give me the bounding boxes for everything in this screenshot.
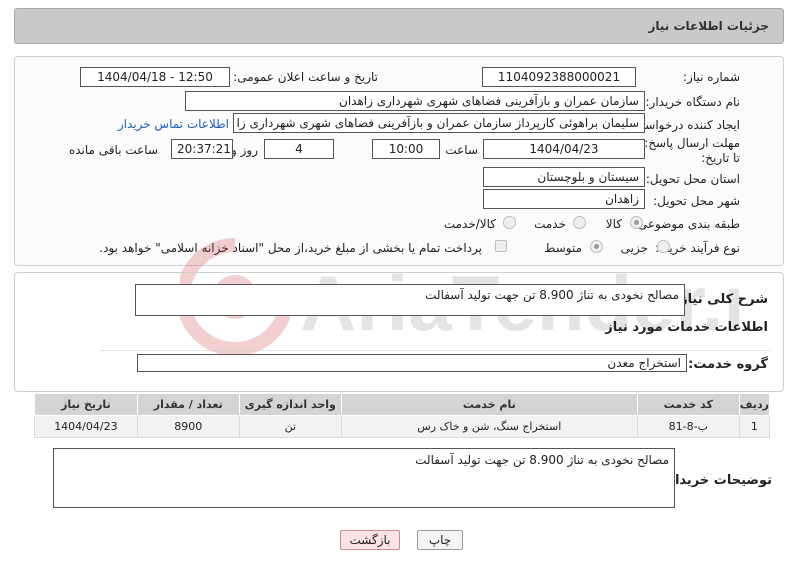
creator-field: سلیمان براهوئی کارپرداز سازمان عمران و ب… [233, 113, 645, 133]
services-section-title: اطلاعات خدمات مورد نیاز [605, 320, 768, 335]
col-unit: واحد اندازه گیری [238, 393, 342, 416]
category-service-radio[interactable] [573, 216, 586, 229]
print-button[interactable]: چاپ [417, 530, 463, 550]
category-service-label: خدمت [534, 217, 566, 231]
announce-datetime-field: 1404/04/18 - 12:50 [80, 67, 230, 87]
page-title: جزئیات اطلاعات نیاز [648, 19, 769, 33]
cell-service-code: ب-8-81 [636, 415, 740, 438]
deadline-time-field: 10:00 [372, 139, 440, 159]
services-divider [100, 350, 770, 351]
announce-datetime-label: تاریخ و ساعت اعلان عمومی: [233, 70, 378, 84]
province-field: سیستان و بلوچستان [483, 167, 645, 187]
category-goods-service-radio[interactable] [503, 216, 516, 229]
services-table: ردیف کد خدمت نام خدمت واحد اندازه گیری ت… [34, 393, 771, 438]
cell-service-name: استخراج سنگ، شن و خاک رس [340, 415, 638, 438]
cell-unit: تن [238, 415, 342, 438]
need-number-label: شماره نیاز: [683, 70, 740, 84]
buyer-org-field: سازمان عمران و بازآفرینی فضاهای شهری شهر… [185, 91, 645, 111]
deadline-label: مهلت ارسال پاسخ: تا تاریخ: [644, 136, 740, 165]
category-label: طبقه بندی موضوعی: [633, 217, 740, 231]
col-quantity: تعداد / مقدار [136, 393, 240, 416]
table-header-row: ردیف کد خدمت نام خدمت واحد اندازه گیری ت… [34, 393, 771, 416]
city-label: شهر محل تحویل: [653, 194, 740, 208]
cell-need-date: 1404/04/23 [34, 415, 138, 438]
cell-quantity: 8900 [136, 415, 240, 438]
col-service-code: کد خدمت [636, 393, 740, 416]
cell-row-number: 1 [738, 415, 771, 438]
days-label: روز و [231, 143, 258, 157]
back-button[interactable]: بازگشت [340, 530, 400, 550]
summary-field: مصالح نخودی به تناژ 8.900 تن جهت تولید آ… [135, 284, 685, 316]
buyer-notes-field: مصالح نخودی به تناژ 8.900 تن جهت تولید آ… [53, 448, 675, 508]
deadline-time-label: ساعت [445, 143, 478, 157]
remaining-time-label: ساعت باقی مانده [68, 143, 158, 157]
col-row-number: ردیف [738, 393, 771, 416]
buyer-contact-link[interactable]: اطلاعات تماس خریدار [118, 117, 229, 131]
remaining-time-field: 20:37:21 [171, 139, 233, 159]
category-goods-service-label: کالا/خدمت [443, 217, 496, 231]
col-service-name: نام خدمت [340, 393, 638, 416]
buyer-org-label: نام دستگاه خریدار: [645, 95, 741, 109]
category-goods-label: کالا [605, 217, 622, 231]
table-row: 1 ب-8-81 استخراج سنگ، شن و خاک رس تن 890… [34, 415, 771, 438]
remaining-days-field: 4 [264, 139, 334, 159]
city-field: زاهدان [483, 189, 645, 209]
summary-label: شرح کلی نیاز: [674, 292, 768, 307]
buyer-notes-label: توضیحات خریدار: [662, 473, 772, 488]
col-need-date: تاریخ نیاز [34, 393, 138, 416]
deadline-date-field: 1404/04/23 [483, 139, 645, 159]
category-goods-radio[interactable] [630, 216, 643, 229]
panel-header: جزئیات اطلاعات نیاز [14, 8, 784, 44]
service-group-label: گروه خدمت: [688, 357, 768, 372]
service-group-field: استخراج معدن [137, 354, 687, 372]
need-number-field: 1104092388000021 [482, 67, 636, 87]
province-label: استان محل تحویل: [645, 172, 740, 186]
creator-label: ایجاد کننده درخواست: [629, 118, 740, 132]
